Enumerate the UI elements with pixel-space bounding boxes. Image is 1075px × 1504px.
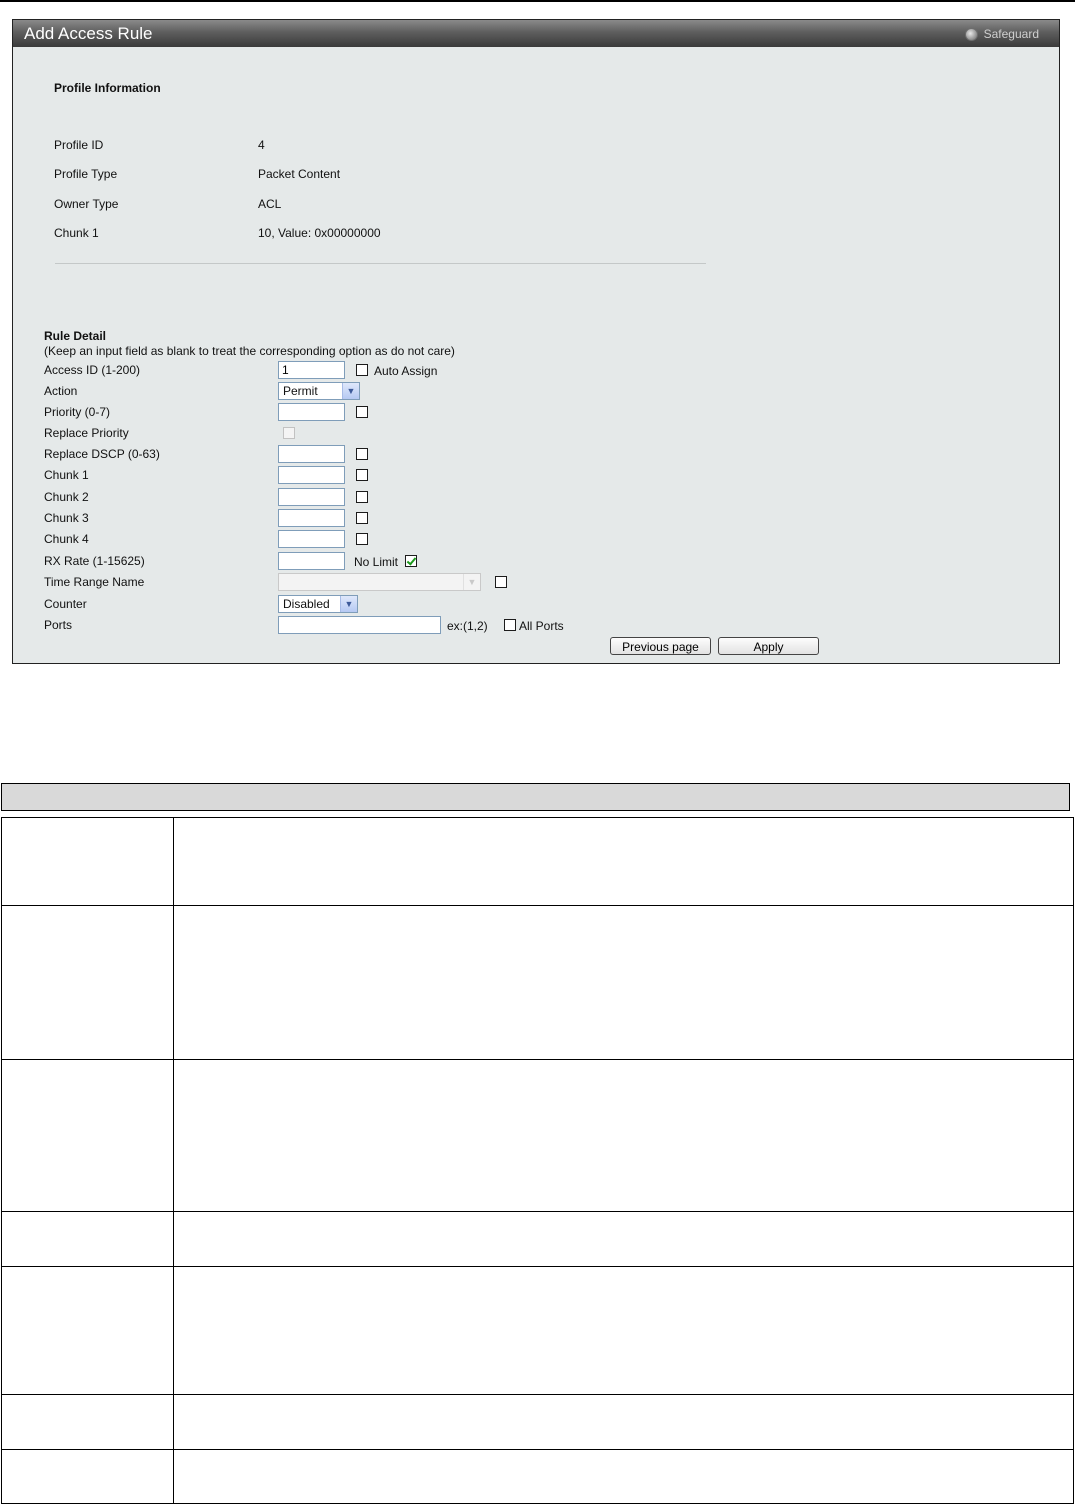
profile-type-label: Profile Type: [54, 167, 118, 181]
ports-label: Ports: [44, 618, 73, 632]
time-range-select[interactable]: ▼: [278, 573, 481, 591]
action-label: Action: [44, 384, 78, 398]
parameter-cell: [1, 1059, 174, 1212]
counter-label: Counter: [44, 597, 87, 611]
description-table-header: [1, 783, 1070, 811]
rx-rate-label: RX Rate (1-15625): [44, 554, 145, 568]
chunk3-checkbox[interactable]: [356, 512, 368, 524]
chunk2-checkbox[interactable]: [356, 491, 368, 503]
action-select[interactable]: Permit ▼: [278, 382, 360, 400]
profile-info-heading: Profile Information: [54, 81, 161, 95]
priority-checkbox[interactable]: [356, 406, 368, 418]
priority-input[interactable]: [278, 403, 345, 421]
table-row: [1, 1059, 1074, 1212]
safeguard-label: Safeguard: [983, 27, 1039, 41]
replace-dscp-checkbox[interactable]: [356, 448, 368, 460]
previous-page-button[interactable]: Previous page: [610, 637, 711, 655]
time-range-checkbox[interactable]: [495, 576, 507, 588]
panel-header: Add Access Rule Safeguard: [13, 20, 1059, 47]
description-cell: [173, 1059, 1074, 1212]
chunk2-label: Chunk 2: [44, 490, 89, 504]
all-ports-checkbox[interactable]: [504, 619, 516, 631]
profile-type-value: Packet Content: [258, 167, 341, 181]
replace-dscp-label: Replace DSCP (0-63): [44, 447, 160, 461]
table-row: [1, 817, 1074, 906]
description-cell: [173, 1211, 1074, 1267]
table-row: [1, 1266, 1074, 1395]
safeguard-status-icon: [964, 27, 978, 41]
chevron-down-icon: ▼: [340, 596, 357, 612]
rx-rate-input[interactable]: [278, 552, 345, 570]
chevron-down-icon: ▼: [463, 574, 480, 590]
description-cell: [173, 1394, 1074, 1450]
profile-chunk1-value: 10, Value: 0x00000000: [258, 226, 381, 240]
chunk1-checkbox[interactable]: [356, 469, 368, 481]
all-ports-label: All Ports: [519, 619, 564, 633]
page-top-rule: [0, 0, 1075, 2]
table-row: [1, 905, 1074, 1060]
parameter-cell: [1, 817, 174, 906]
description-table: [1, 817, 1074, 1504]
action-selected-value: Permit: [283, 384, 318, 398]
rule-detail-heading: Rule Detail: [44, 329, 107, 343]
auto-assign-checkbox[interactable]: [356, 364, 368, 376]
description-cell: [173, 1449, 1074, 1504]
table-row: [1, 1211, 1074, 1267]
parameter-cell: [1, 1211, 174, 1267]
ports-input[interactable]: [278, 616, 441, 634]
owner-type-value: ACL: [258, 197, 282, 211]
access-id-input[interactable]: [278, 361, 345, 379]
section-divider: [55, 263, 706, 264]
table-row: [1, 1394, 1074, 1450]
description-cell: [173, 905, 1074, 1060]
chunk2-input[interactable]: [278, 488, 345, 506]
chunk1-input[interactable]: [278, 466, 345, 484]
chunk4-label: Chunk 4: [44, 532, 89, 546]
counter-select[interactable]: Disabled ▼: [278, 595, 358, 613]
no-limit-checkbox[interactable]: [405, 555, 417, 567]
safeguard-indicator: Safeguard: [964, 27, 1039, 41]
owner-type-label: Owner Type: [54, 197, 119, 211]
priority-label: Priority (0-7): [44, 405, 111, 419]
profile-chunk1-label: Chunk 1: [54, 226, 99, 240]
access-id-label: Access ID (1-200): [44, 363, 141, 377]
replace-priority-checkbox[interactable]: [283, 427, 295, 439]
auto-assign-label: Auto Assign: [374, 364, 438, 378]
no-limit-label: No Limit: [354, 555, 399, 569]
ports-example: ex:(1,2): [447, 619, 488, 633]
chunk4-input[interactable]: [278, 530, 345, 548]
rule-detail-note: (Keep an input field as blank to treat t…: [44, 344, 455, 358]
panel-title: Add Access Rule: [24, 24, 153, 43]
parameter-cell: [1, 1394, 174, 1450]
chevron-down-icon: ▼: [342, 383, 359, 399]
chunk4-checkbox[interactable]: [356, 533, 368, 545]
table-row: [1, 1449, 1074, 1504]
description-cell: [173, 817, 1074, 906]
replace-dscp-input[interactable]: [278, 445, 345, 463]
chunk3-label: Chunk 3: [44, 511, 89, 525]
profile-id-value: 4: [258, 138, 265, 152]
description-cell: [173, 1266, 1074, 1395]
chunk1-label: Chunk 1: [44, 468, 89, 482]
time-range-label: Time Range Name: [44, 575, 145, 589]
parameter-cell: [1, 1449, 174, 1504]
replace-priority-label: Replace Priority: [44, 426, 129, 440]
parameter-cell: [1, 905, 174, 1060]
profile-id-label: Profile ID: [54, 138, 104, 152]
counter-selected-value: Disabled: [283, 597, 330, 611]
parameter-cell: [1, 1266, 174, 1395]
chunk3-input[interactable]: [278, 509, 345, 527]
apply-button[interactable]: Apply: [718, 637, 819, 655]
add-access-rule-panel: Add Access Rule Safeguard Profile Inform…: [12, 19, 1060, 664]
